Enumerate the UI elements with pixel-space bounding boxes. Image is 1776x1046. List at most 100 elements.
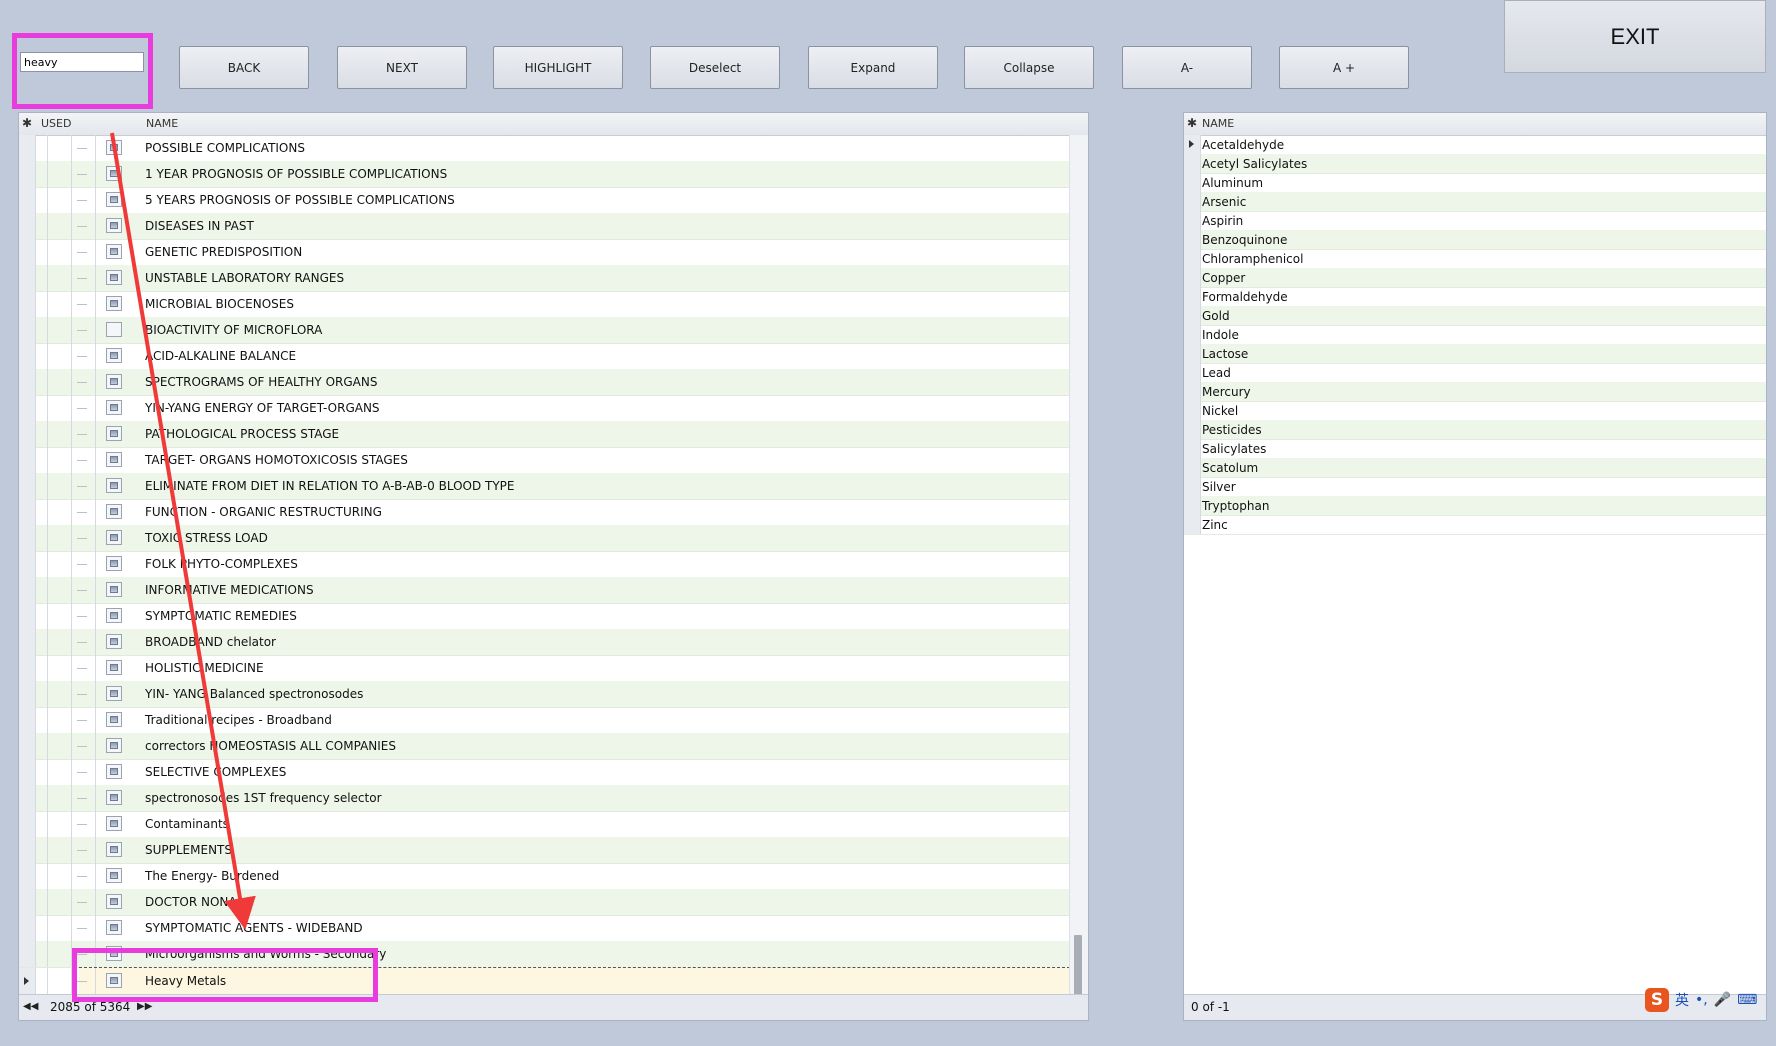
list-item[interactable]: Tryptophan: [1184, 496, 1766, 516]
row-selector[interactable]: [19, 525, 36, 551]
row-checkbox[interactable]: [106, 738, 122, 753]
exit-button[interactable]: EXIT: [1504, 0, 1766, 73]
row-selector[interactable]: [19, 239, 36, 265]
list-item[interactable]: Scatolum: [1184, 458, 1766, 478]
ime-toolbar[interactable]: S 英 •, 🎤 ⌨: [1645, 988, 1757, 1012]
tree-row[interactable]: BIOACTIVITY OF MICROFLORA: [19, 317, 1070, 344]
tree-row[interactable]: FUNCTION - ORGANIC RESTRUCTURING: [19, 499, 1070, 526]
row-checkbox[interactable]: [106, 166, 122, 181]
sogou-logo-icon[interactable]: S: [1645, 988, 1669, 1012]
row-checkbox[interactable]: [106, 478, 122, 493]
row-selector[interactable]: [19, 473, 36, 499]
ime-punctuation-icon[interactable]: •,: [1695, 992, 1708, 1008]
row-selector[interactable]: [19, 629, 36, 655]
row-selector[interactable]: [19, 785, 36, 811]
row-selector[interactable]: [19, 889, 36, 915]
row-selector[interactable]: [19, 369, 36, 395]
list-item[interactable]: Formaldehyde: [1184, 287, 1766, 307]
row-checkbox[interactable]: [106, 452, 122, 467]
left-scrollbar[interactable]: [1069, 135, 1088, 1003]
tree-row[interactable]: SUPPLEMENTS: [19, 837, 1070, 864]
row-selector[interactable]: [19, 603, 36, 629]
tree-row[interactable]: PATHOLOGICAL PROCESS STAGE: [19, 421, 1070, 448]
tree-row[interactable]: TARGET- ORGANS HOMOTOXICOSIS STAGES: [19, 447, 1070, 474]
row-selector[interactable]: [1184, 230, 1201, 249]
row-selector[interactable]: [1184, 477, 1201, 496]
row-selector[interactable]: [19, 759, 36, 785]
tree-row[interactable]: Microorganisms and Worms - Secondary: [19, 941, 1070, 968]
row-selector[interactable]: [19, 395, 36, 421]
tree-row[interactable]: POSSIBLE COMPLICATIONS: [19, 135, 1070, 162]
row-selector[interactable]: [19, 187, 36, 213]
row-checkbox[interactable]: [106, 192, 122, 207]
list-item[interactable]: Zinc: [1184, 515, 1766, 535]
row-selector[interactable]: [19, 707, 36, 733]
font-larger-button[interactable]: A +: [1279, 46, 1409, 89]
column-header-used[interactable]: USED: [41, 117, 71, 130]
row-selector[interactable]: [1184, 382, 1201, 401]
list-item[interactable]: Arsenic: [1184, 192, 1766, 212]
tree-row[interactable]: ACID-ALKALINE BALANCE: [19, 343, 1070, 370]
keyboard-icon[interactable]: ⌨: [1737, 992, 1757, 1008]
tree-row[interactable]: Heavy Metals: [19, 967, 1070, 995]
highlight-button[interactable]: HIGHLIGHT: [493, 46, 623, 89]
tree-row[interactable]: ELIMINATE FROM DIET IN RELATION TO A-B-A…: [19, 473, 1070, 500]
tree-row[interactable]: UNSTABLE LABORATORY RANGES: [19, 265, 1070, 292]
list-item[interactable]: Acetaldehyde: [1184, 135, 1766, 155]
row-checkbox[interactable]: [106, 686, 122, 701]
list-item[interactable]: Salicylates: [1184, 439, 1766, 459]
row-selector[interactable]: [1184, 458, 1201, 477]
row-checkbox[interactable]: [106, 556, 122, 571]
list-item[interactable]: Aluminum: [1184, 173, 1766, 193]
deselect-button[interactable]: Deselect: [650, 46, 780, 89]
row-selector[interactable]: [19, 655, 36, 681]
list-item[interactable]: Acetyl Salicylates: [1184, 154, 1766, 174]
back-button[interactable]: BACK: [179, 46, 309, 89]
row-selector[interactable]: [1184, 173, 1201, 192]
row-checkbox[interactable]: [106, 530, 122, 545]
row-selector[interactable]: [19, 317, 36, 343]
row-selector[interactable]: [19, 551, 36, 577]
tree-row[interactable]: FOLK PHYTO-COMPLEXES: [19, 551, 1070, 578]
list-item[interactable]: Mercury: [1184, 382, 1766, 402]
column-header-name[interactable]: NAME: [146, 117, 178, 130]
row-selector[interactable]: [19, 968, 36, 994]
row-selector[interactable]: [1184, 154, 1201, 173]
row-selector[interactable]: [1184, 268, 1201, 287]
row-selector[interactable]: [1184, 515, 1201, 534]
row-checkbox[interactable]: [106, 764, 122, 779]
row-selector[interactable]: [19, 811, 36, 837]
list-item[interactable]: Pesticides: [1184, 420, 1766, 440]
row-selector[interactable]: [1184, 306, 1201, 325]
tree-row[interactable]: DOCTOR NONA: [19, 889, 1070, 916]
row-selector[interactable]: [1184, 496, 1201, 515]
tree-row[interactable]: correctors HOMEOSTASIS ALL COMPANIES: [19, 733, 1070, 760]
tree-row[interactable]: SYMPTOMATIC REMEDIES: [19, 603, 1070, 630]
tree-row[interactable]: DISEASES IN PAST: [19, 213, 1070, 240]
row-selector[interactable]: [1184, 439, 1201, 458]
row-checkbox[interactable]: [106, 894, 122, 909]
row-selector[interactable]: [1184, 363, 1201, 382]
row-checkbox[interactable]: [106, 218, 122, 233]
row-checkbox[interactable]: [106, 608, 122, 623]
row-selector[interactable]: [19, 421, 36, 447]
row-checkbox[interactable]: [106, 504, 122, 519]
row-checkbox[interactable]: [106, 634, 122, 649]
prev-page-icon[interactable]: ◀◀: [23, 1001, 38, 1013]
tree-row[interactable]: INFORMATIVE MEDICATIONS: [19, 577, 1070, 604]
list-item[interactable]: Silver: [1184, 477, 1766, 497]
next-button[interactable]: NEXT: [337, 46, 467, 89]
row-selector[interactable]: [19, 733, 36, 759]
row-selector[interactable]: [19, 291, 36, 317]
tree-row[interactable]: spectronosodes 1ST frequency selector: [19, 785, 1070, 812]
next-page-icon[interactable]: ▶▶: [137, 1001, 152, 1013]
row-selector[interactable]: [19, 499, 36, 525]
row-selector[interactable]: [19, 681, 36, 707]
row-checkbox[interactable]: [106, 790, 122, 805]
left-scrollbar-thumb[interactable]: [1074, 935, 1082, 1003]
row-checkbox[interactable]: [106, 973, 122, 988]
ime-language-icon[interactable]: 英: [1675, 990, 1689, 1010]
list-item[interactable]: Aspirin: [1184, 211, 1766, 231]
list-item[interactable]: Lactose: [1184, 344, 1766, 364]
row-checkbox[interactable]: [106, 270, 122, 285]
